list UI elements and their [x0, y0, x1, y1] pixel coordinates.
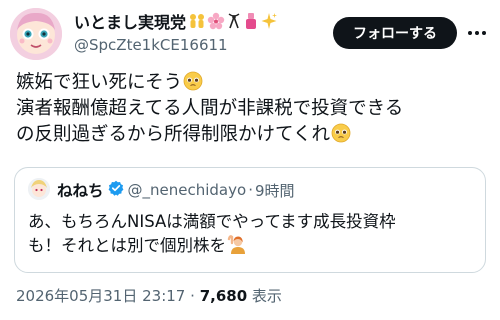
quoted-handle[interactable]: @_nenechidayo — [128, 181, 247, 199]
ribbon-icon — [228, 13, 240, 29]
cherry-blossom-icon — [207, 12, 225, 30]
tweet-line: 嫉妬で狂い死にそう — [16, 70, 490, 96]
verified-badge-icon — [108, 180, 124, 200]
author-display-name[interactable]: いとまし実現党 — [74, 9, 186, 33]
tweet-line-text: 嫉妬で狂い死にそう — [16, 72, 183, 93]
meta-separator: · — [190, 287, 195, 305]
more-options-icon — [468, 31, 486, 35]
author-info: いとまし実現党 @SpcZte1kCE16611 — [74, 10, 278, 54]
more-options-button[interactable] — [466, 22, 488, 44]
tweet-line: 演者報酬億超えてる人間が非課税で投資できる — [16, 98, 404, 119]
quoted-display-name[interactable]: ねねち — [57, 179, 104, 201]
nail-polish-icon — [246, 13, 257, 29]
views-count: 7,680 — [199, 287, 248, 305]
avatar-image — [10, 8, 62, 60]
name-emojis — [188, 12, 278, 30]
pleading-face-icon — [183, 71, 203, 91]
yellow-figures-icon — [190, 14, 205, 28]
quoted-avatar-image — [28, 178, 50, 200]
tweet-text: 嫉妬で狂い死にそう 演者報酬億超えてる人間が非課税で投資できる の反則過ぎるから… — [16, 70, 490, 148]
quoted-time[interactable]: 9時間 — [255, 180, 295, 201]
tweet-meta: 2026年05月31日 23:17 · 7,680 表示 — [16, 285, 282, 306]
quoted-text: あ、もちろんNISAは満額でやってます成長投資枠 も！それとは別で個別株を — [28, 210, 478, 258]
sparkles-icon — [261, 13, 278, 29]
follow-button[interactable]: フォローする — [333, 17, 457, 49]
author-avatar[interactable] — [10, 8, 62, 60]
quoted-separator: · — [248, 181, 253, 199]
quoted-author-avatar[interactable] — [28, 178, 50, 200]
display-name-row: いとまし実現党 — [74, 10, 278, 32]
tweet-line-text: の反則過ぎるから所得制限かけてくれ — [16, 124, 330, 145]
author-handle[interactable]: @SpcZte1kCE16611 — [74, 36, 278, 54]
raising-hand-person-icon — [227, 235, 245, 254]
quoted-line-text: も！それとは別で個別株を — [28, 236, 226, 255]
views-label: 表示 — [251, 287, 282, 305]
quoted-line: あ、もちろんNISAは満額でやってます成長投資枠 — [28, 212, 396, 231]
quoted-line: も！それとは別で個別株を — [28, 234, 478, 258]
quoted-tweet-card[interactable]: ねねち @_nenechidayo · 9時間 あ、もちろんNISAは満額でやっ… — [14, 167, 486, 273]
quoted-header: ねねち @_nenechidayo · 9時間 — [57, 179, 295, 201]
tweet-line: の反則過ぎるから所得制限かけてくれ — [16, 122, 490, 148]
pleading-face-icon — [331, 123, 351, 143]
tweet-timestamp[interactable]: 2026年05月31日 23:17 — [16, 287, 185, 305]
